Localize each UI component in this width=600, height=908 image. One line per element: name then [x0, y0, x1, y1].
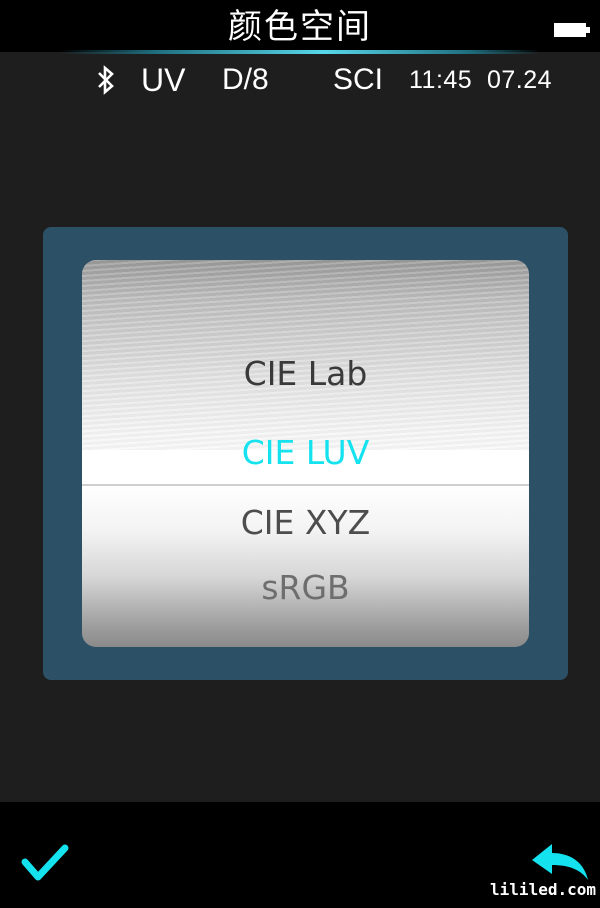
picker-option-srgb[interactable]: sRGB	[82, 568, 529, 608]
device-screen: 颜色空间 UV D/8 SCI 11:45 07.24 CIE Lab CIE …	[0, 0, 600, 908]
clock-date: 07.24	[487, 66, 553, 94]
title-underline	[60, 50, 540, 54]
clock-time: 11:45	[409, 66, 473, 94]
picker-option-cie-luv[interactable]: CIE LUV	[82, 433, 529, 473]
page-title: 颜色空间	[228, 7, 372, 47]
color-space-panel: CIE Lab CIE LUV CIE XYZ sRGB	[43, 227, 568, 680]
confirm-button[interactable]	[20, 840, 70, 886]
light-source-label: UV	[141, 62, 186, 98]
picker-option-cie-xyz[interactable]: CIE XYZ	[82, 503, 529, 543]
title-bar: 颜色空间	[0, 0, 600, 54]
mode-label: SCI	[333, 63, 384, 96]
battery-full-icon	[554, 23, 590, 37]
picker-option-cie-lab[interactable]: CIE Lab	[82, 354, 529, 394]
back-arrow-icon	[532, 844, 588, 880]
watermark-text: lililed.com	[490, 880, 596, 899]
bluetooth-icon	[95, 58, 117, 102]
color-space-picker[interactable]: CIE Lab CIE LUV CIE XYZ sRGB	[82, 260, 529, 647]
checkmark-icon	[21, 844, 69, 881]
back-button[interactable]	[528, 838, 590, 886]
status-row: UV D/8 SCI 11:45 07.24	[0, 58, 600, 102]
geometry-label: D/8	[222, 63, 269, 96]
